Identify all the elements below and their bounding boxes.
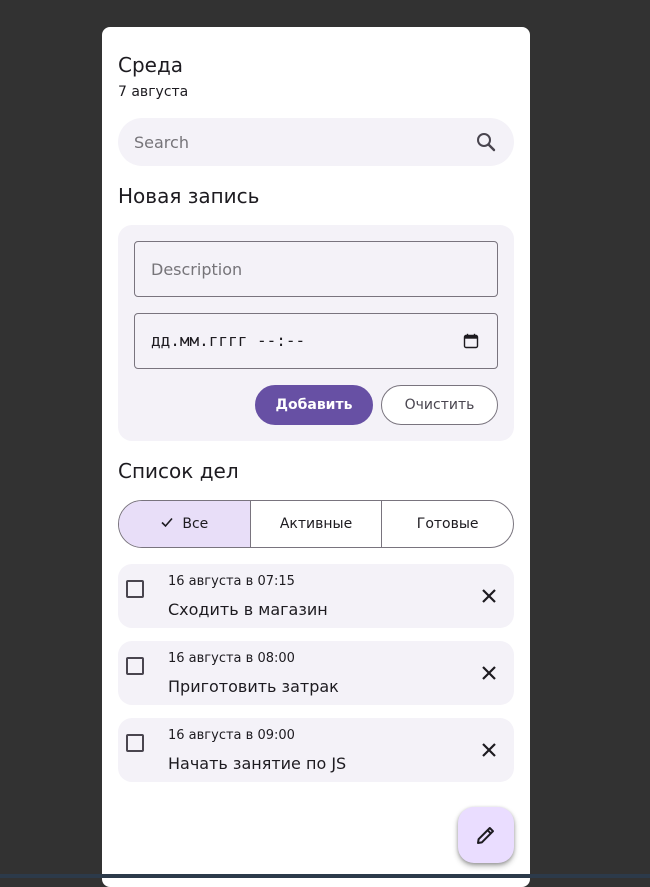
task-datetime: 16 августа в 09:00 — [168, 728, 295, 743]
task-item: 16 августа в 07:15 Сходить в магазин — [118, 564, 514, 628]
filter-done-label: Готовые — [416, 516, 479, 532]
close-icon[interactable] — [478, 739, 500, 761]
filter-done[interactable]: Готовые — [381, 501, 513, 547]
pencil-icon — [477, 827, 494, 844]
datetime-placeholder: дд.мм.гггг --:-- — [151, 331, 306, 350]
task-checkbox[interactable] — [126, 657, 144, 675]
task-item: 16 августа в 08:00 Приготовить затрак — [118, 641, 514, 705]
task-checkbox[interactable] — [126, 580, 144, 598]
taskbar-edge — [0, 874, 650, 878]
search-bar — [118, 118, 514, 166]
app-panel: Среда 7 августа Новая запись дд.мм.гггг … — [102, 27, 530, 887]
description-input[interactable] — [151, 242, 451, 296]
clear-button[interactable]: Очистить — [381, 385, 498, 425]
datetime-field[interactable]: дд.мм.гггг --:-- — [134, 313, 498, 369]
filter-active[interactable]: Активные — [249, 501, 382, 547]
calendar-icon[interactable] — [463, 333, 479, 349]
task-item: 16 августа в 09:00 Начать занятие по JS — [118, 718, 514, 782]
add-button[interactable]: Добавить — [255, 385, 373, 425]
check-icon — [161, 517, 173, 528]
new-entry-card: дд.мм.гггг --:-- Добавить Очистить — [118, 225, 514, 441]
filter-all[interactable]: Все — [119, 501, 250, 547]
task-datetime: 16 августа в 08:00 — [168, 651, 295, 666]
close-icon[interactable] — [478, 662, 500, 684]
search-input[interactable] — [134, 118, 454, 166]
search-icon[interactable] — [474, 130, 498, 154]
new-entry-title: Новая запись — [118, 184, 260, 208]
edit-fab-button[interactable] — [458, 807, 514, 863]
task-description: Приготовить затрак — [168, 677, 339, 696]
day-date: 7 августа — [118, 84, 189, 100]
todo-list-title: Список дел — [118, 459, 239, 483]
filter-segmented-control: Все Активные Готовые — [118, 500, 514, 548]
task-datetime: 16 августа в 07:15 — [168, 574, 295, 589]
task-checkbox[interactable] — [126, 734, 144, 752]
filter-all-label: Все — [182, 516, 209, 532]
task-description: Сходить в магазин — [168, 600, 328, 619]
filter-active-label: Активные — [279, 516, 353, 532]
close-icon[interactable] — [478, 585, 500, 607]
description-field — [134, 241, 498, 297]
day-title: Среда — [118, 53, 184, 77]
task-description: Начать занятие по JS — [168, 754, 347, 773]
